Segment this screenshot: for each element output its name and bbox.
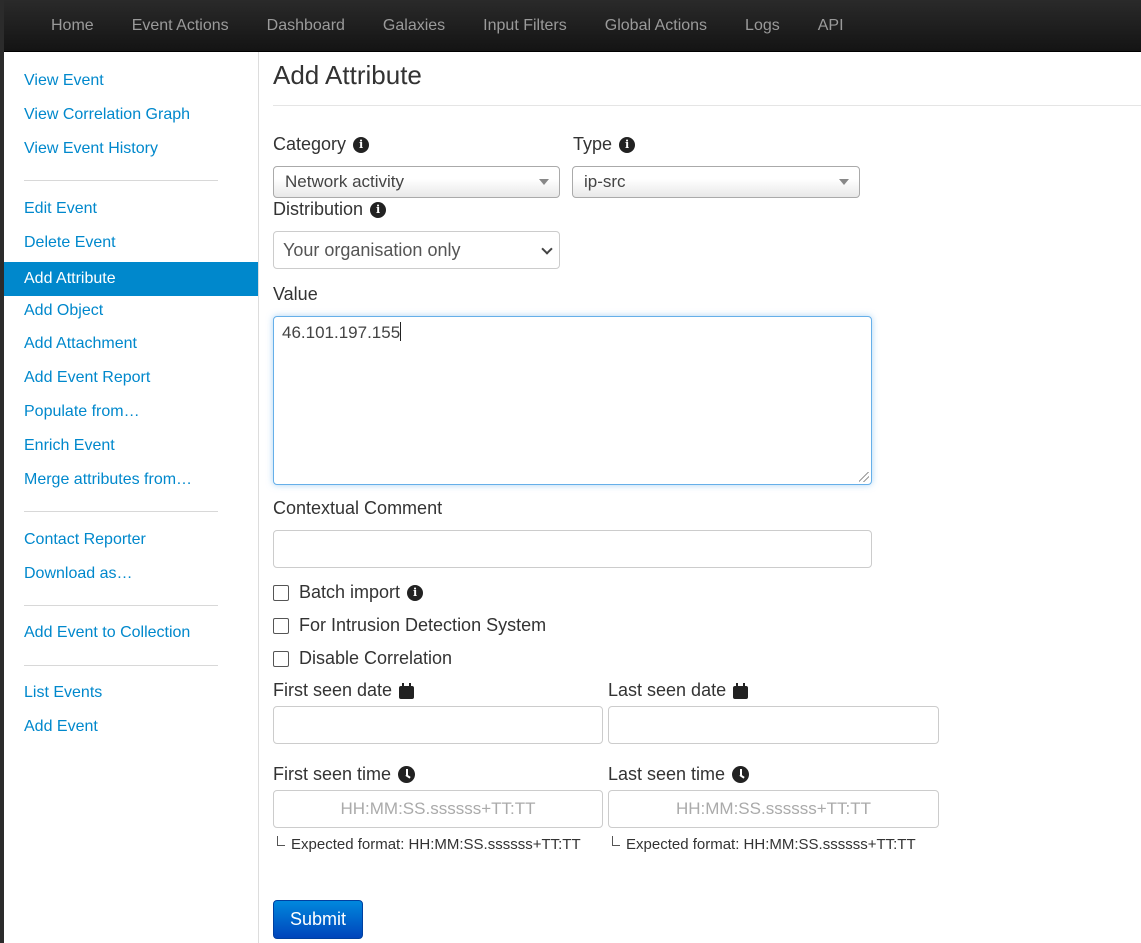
sidebar-item-view-event[interactable]: View Event — [4, 64, 258, 98]
sidebar-item-add-event-report[interactable]: Add Event Report — [4, 361, 258, 395]
first-seen-time-hint-text: Expected format: HH:MM:SS.ssssss+TT:TT — [291, 836, 581, 853]
dropdown-arrow-icon — [539, 179, 549, 185]
sidebar-item-add-event-to-collection[interactable]: Add Event to Collection — [4, 616, 258, 650]
sidebar-item-populate-from[interactable]: Populate from… — [4, 395, 258, 429]
distribution-select[interactable]: Your organisation only — [273, 231, 560, 269]
comment-input[interactable] — [273, 530, 872, 568]
value-label: Value — [273, 284, 318, 305]
info-icon[interactable]: i — [353, 136, 370, 153]
distribution-label-text: Distribution — [273, 199, 364, 219]
sidebar-item-delete-event[interactable]: Delete Event — [4, 226, 258, 260]
ids-label: For Intrusion Detection System — [299, 615, 547, 635]
first-seen-date-input[interactable] — [273, 706, 603, 744]
first-seen-time-hint: Expected format: HH:MM:SS.ssssss+TT:TT — [277, 836, 581, 853]
sidebar-divider — [24, 511, 218, 512]
disable-correlation-row: Disable Correlation — [273, 648, 452, 669]
first-seen-time-label: First seen time — [273, 764, 416, 785]
value-label-text: Value — [273, 284, 318, 304]
title-divider — [273, 105, 1141, 106]
sidebar-item-list-events[interactable]: List Events — [4, 676, 258, 710]
first-seen-time-input[interactable]: HH:MM:SS.ssssss+TT:TT — [273, 790, 603, 828]
category-label-text: Category — [273, 134, 347, 154]
calendar-icon — [733, 682, 749, 699]
nav-galaxies[interactable]: Galaxies — [364, 1, 464, 51]
nav-logs[interactable]: Logs — [726, 1, 799, 51]
value-text: 46.101.197.155 — [282, 323, 401, 342]
last-seen-date-label-text: Last seen date — [608, 680, 727, 700]
clock-icon — [732, 766, 750, 783]
ids-checkbox[interactable] — [273, 617, 289, 634]
nav-global-actions[interactable]: Global Actions — [586, 1, 726, 51]
sidebar-item-add-event[interactable]: Add Event — [4, 710, 258, 744]
clock-icon — [398, 766, 416, 783]
sidebar-item-add-object[interactable]: Add Object — [4, 294, 258, 328]
distribution-select-value: Your organisation only — [283, 240, 461, 260]
submit-button[interactable]: Submit — [273, 900, 363, 939]
sidebar-divider — [24, 180, 218, 181]
info-icon[interactable]: i — [370, 201, 387, 218]
sidebar-item-contact-reporter[interactable]: Contact Reporter — [4, 523, 258, 557]
nav-event-actions[interactable]: Event Actions — [113, 1, 248, 51]
nav-dashboard[interactable]: Dashboard — [248, 1, 364, 51]
last-seen-time-label-text: Last seen time — [608, 764, 726, 784]
disable-correlation-checkbox[interactable] — [273, 650, 289, 667]
last-seen-date-label: Last seen date — [608, 680, 749, 701]
sidebar-item-merge-attributes[interactable]: Merge attributes from… — [4, 463, 258, 497]
last-seen-time-label: Last seen time — [608, 764, 750, 785]
calendar-icon — [399, 682, 415, 699]
ids-row: For Intrusion Detection System — [273, 615, 546, 636]
batch-import-label: Batch import — [299, 582, 401, 602]
hint-corner-icon — [612, 836, 620, 846]
top-navbar: Home Event Actions Dashboard Galaxies In… — [4, 0, 1141, 52]
category-select[interactable]: Network activity — [273, 166, 560, 198]
page-title: Add Attribute — [273, 60, 422, 90]
resize-handle-icon[interactable] — [859, 472, 869, 482]
sidebar-divider — [24, 605, 218, 606]
sidebar-item-edit-event[interactable]: Edit Event — [4, 192, 258, 226]
first-seen-date-label-text: First seen date — [273, 680, 393, 700]
category-select-value: Network activity — [285, 172, 405, 191]
info-icon[interactable]: i — [619, 136, 636, 153]
info-icon[interactable]: i — [407, 584, 424, 601]
category-label: Category i — [273, 134, 370, 155]
first-seen-date-label: First seen date — [273, 680, 415, 701]
comment-label-text: Contextual Comment — [273, 498, 443, 518]
last-seen-time-hint: Expected format: HH:MM:SS.ssssss+TT:TT — [612, 836, 916, 853]
text-caret — [400, 322, 402, 341]
sidebar-item-download-as[interactable]: Download as… — [4, 557, 258, 591]
last-seen-time-hint-text: Expected format: HH:MM:SS.ssssss+TT:TT — [626, 836, 916, 853]
sidebar: View Event View Correlation Graph View E… — [4, 52, 259, 943]
type-select-value: ip-src — [584, 172, 626, 191]
distribution-label: Distribution i — [273, 199, 387, 220]
type-label: Type i — [573, 134, 636, 155]
disable-correlation-label: Disable Correlation — [299, 648, 453, 668]
type-select[interactable]: ip-src — [572, 166, 860, 198]
last-seen-date-input[interactable] — [608, 706, 939, 744]
main-content: Add Attribute Category i Network activit… — [273, 52, 1141, 943]
hint-corner-icon — [277, 836, 285, 846]
sidebar-item-add-attachment[interactable]: Add Attachment — [4, 327, 258, 361]
chevron-down-icon — [541, 243, 553, 255]
nav-home[interactable]: Home — [32, 1, 113, 51]
dropdown-arrow-icon — [839, 179, 849, 185]
sidebar-item-enrich-event[interactable]: Enrich Event — [4, 429, 258, 463]
nav-input-filters[interactable]: Input Filters — [464, 1, 586, 51]
sidebar-item-add-attribute[interactable]: Add Attribute — [4, 262, 258, 296]
batch-import-row: Batch import i — [273, 582, 424, 603]
sidebar-divider — [24, 665, 218, 666]
value-textarea[interactable]: 46.101.197.155 — [273, 316, 872, 485]
batch-import-checkbox[interactable] — [273, 584, 289, 601]
sidebar-item-view-correlation-graph[interactable]: View Correlation Graph — [4, 98, 258, 132]
first-seen-time-label-text: First seen time — [273, 764, 392, 784]
type-label-text: Type — [573, 134, 613, 154]
nav-api[interactable]: API — [799, 1, 863, 51]
page: View Event View Correlation Graph View E… — [4, 52, 1141, 943]
sidebar-item-view-event-history[interactable]: View Event History — [4, 132, 258, 166]
comment-label: Contextual Comment — [273, 498, 442, 519]
last-seen-time-input[interactable]: HH:MM:SS.ssssss+TT:TT — [608, 790, 939, 828]
